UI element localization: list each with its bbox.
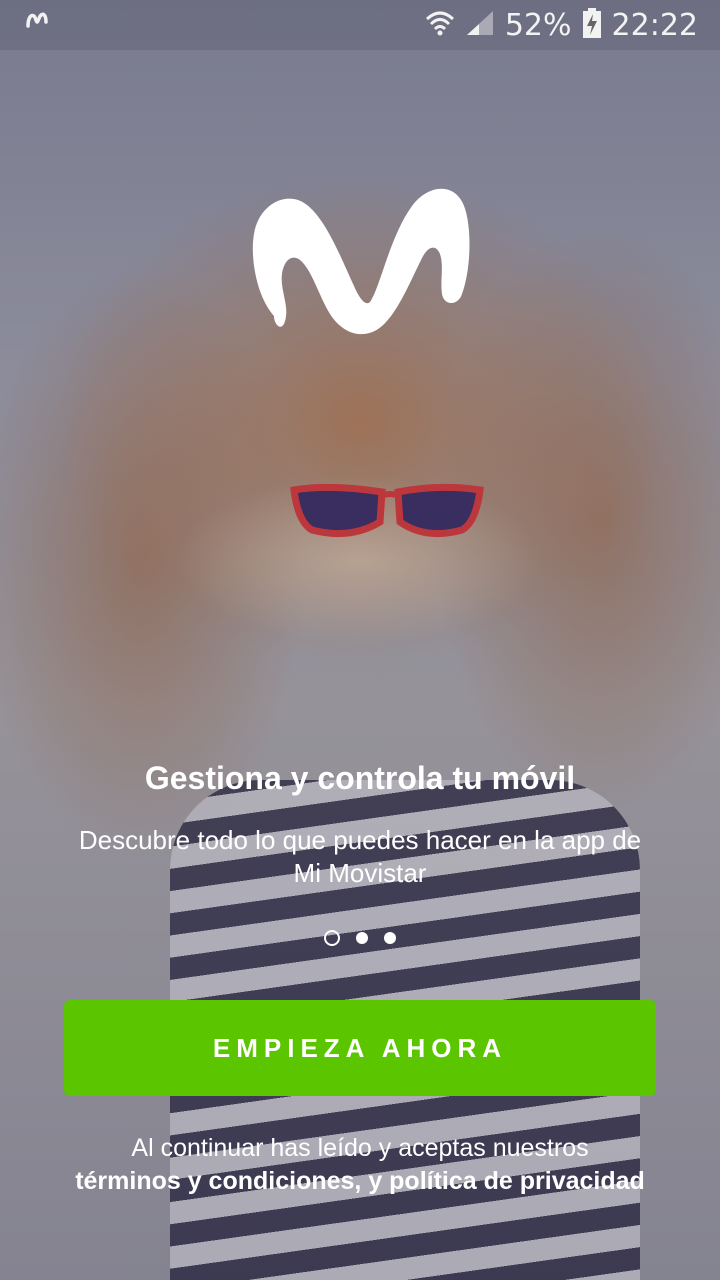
pager-dot-active[interactable] <box>324 930 340 946</box>
status-bar: 52% 22:22 <box>0 0 720 50</box>
terms-privacy-link[interactable]: términos y condiciones, y política de pr… <box>75 1167 645 1195</box>
onboarding-title: Gestiona y controla tu móvil <box>144 760 576 796</box>
battery-charging-icon <box>582 7 602 44</box>
pager-dot[interactable] <box>356 932 368 944</box>
movistar-m-icon <box>26 12 48 33</box>
pager-dot[interactable] <box>384 932 396 944</box>
clock: 22:22 <box>611 7 698 43</box>
start-now-button[interactable]: EMPIEZA AHORA <box>64 1000 656 1096</box>
pager-indicator <box>0 930 720 946</box>
battery-percent: 52% <box>504 7 572 43</box>
onboarding-subtitle: Descubre todo lo que puedes hacer en la … <box>78 825 642 888</box>
movistar-m-logo <box>248 176 474 343</box>
legal-text: Al continuar has leído y aceptas nuestro… <box>131 1134 589 1162</box>
wifi-icon <box>425 9 455 42</box>
legal-notice: Al continuar has leído y aceptas nuestro… <box>60 1132 660 1198</box>
signal-icon <box>465 9 495 42</box>
